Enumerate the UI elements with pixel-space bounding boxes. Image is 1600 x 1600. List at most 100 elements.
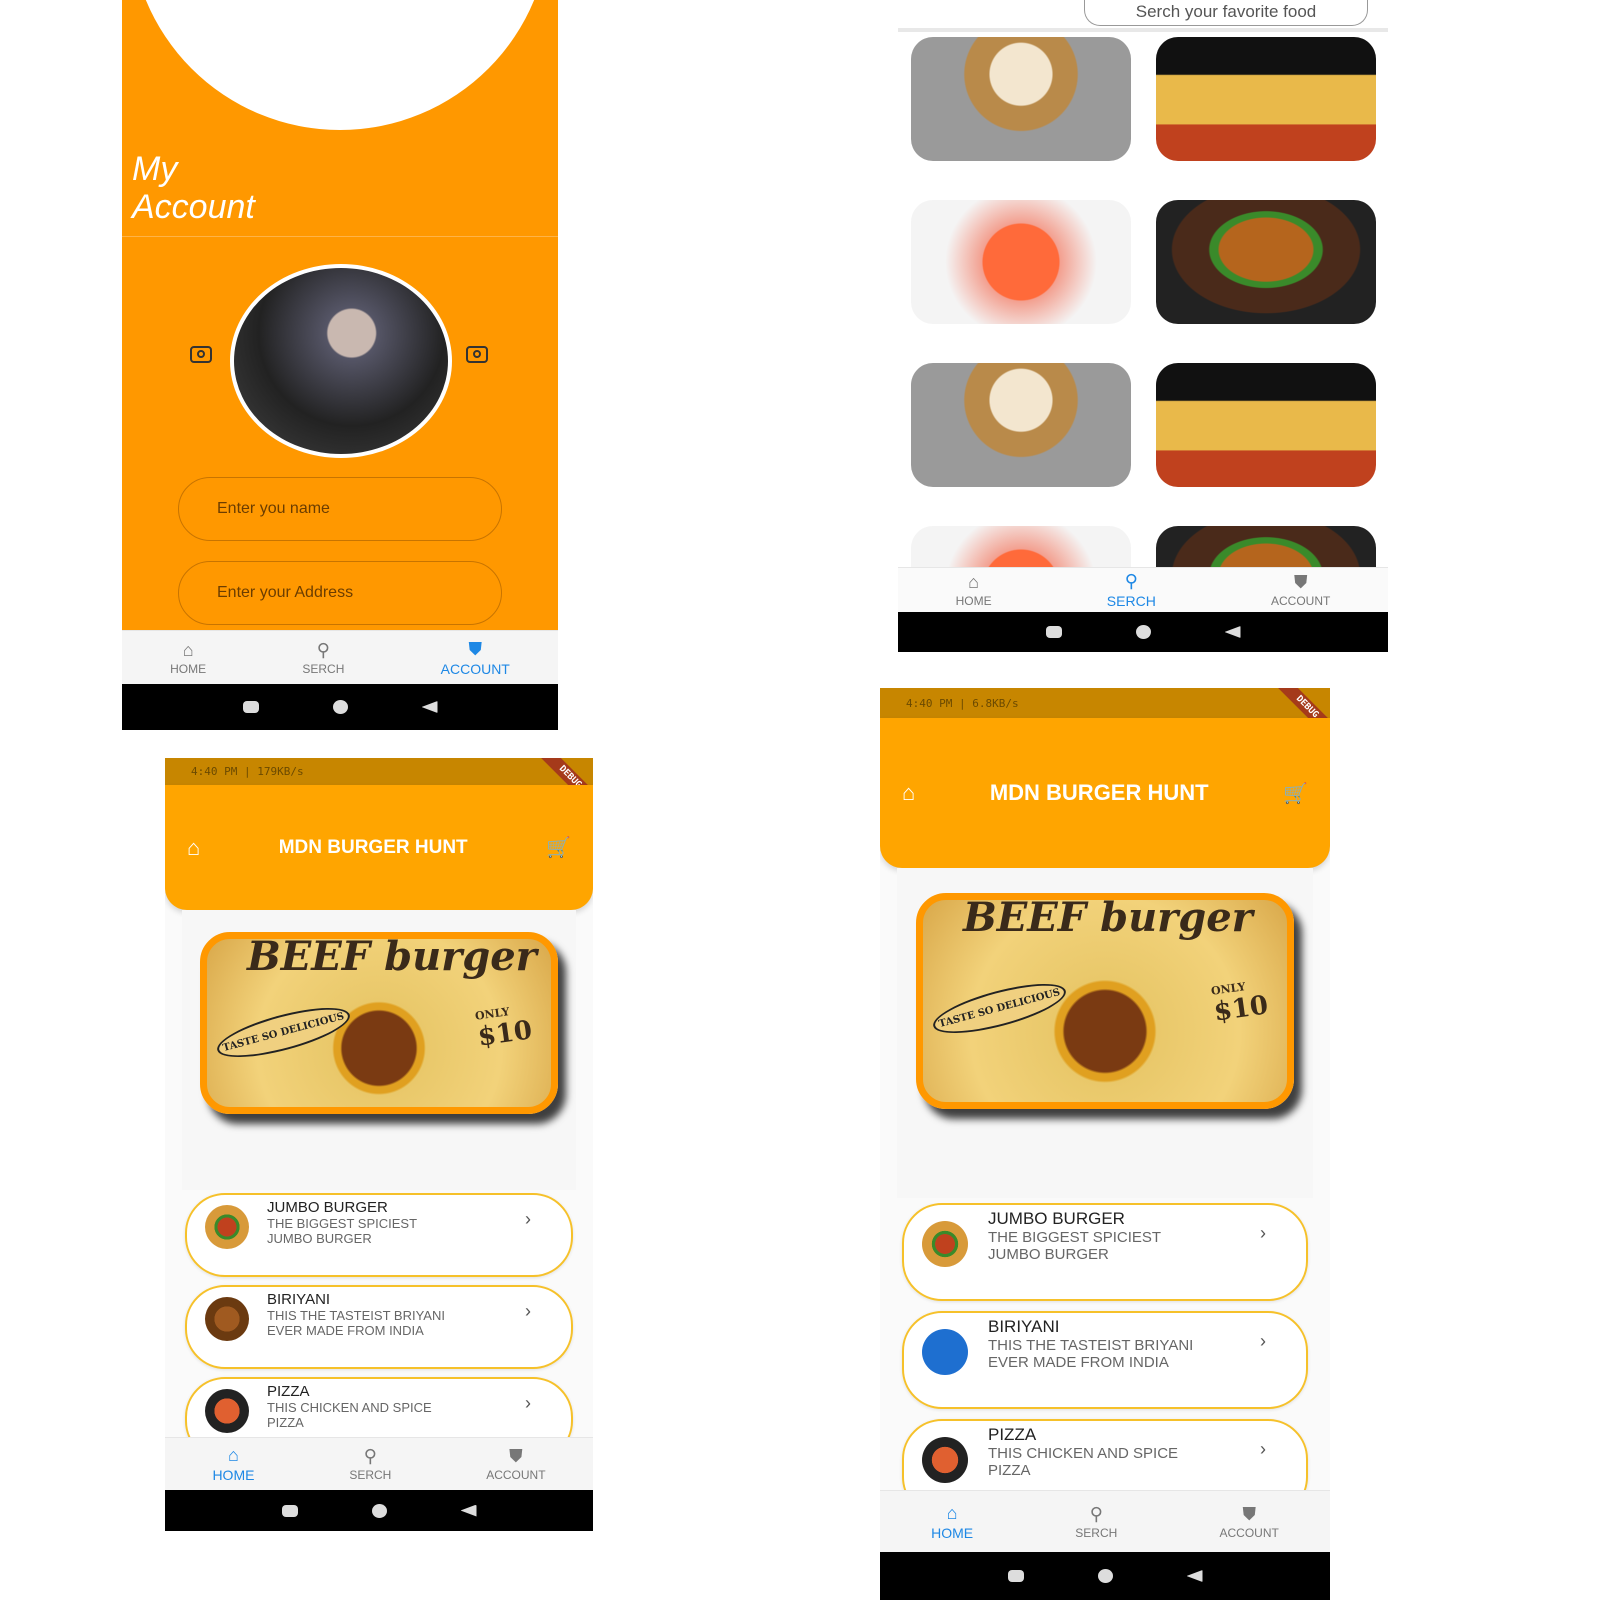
item-description: THIS CHICKEN AND SPICE PIZZA xyxy=(267,1400,432,1430)
search-input[interactable]: Serch your favorite food xyxy=(1084,0,1368,26)
list-item[interactable]: BIRIYANI THIS THE TASTEIST BRIYANI EVER M… xyxy=(902,1311,1308,1409)
food-thumbnail xyxy=(205,1205,249,1249)
nav-home[interactable]: ⌂ HOME xyxy=(956,572,992,608)
desc-line-2: PIZZA xyxy=(267,1415,304,1430)
status-text: 4:40 PM | 179KB/s xyxy=(191,765,304,778)
nav-account[interactable]: ⛊ ACCOUNT xyxy=(441,639,510,677)
account-screen: My Account Enter you name Enter your Add… xyxy=(122,0,558,730)
back-button[interactable] xyxy=(421,701,438,713)
item-description: THIS THE TASTEIST BRIYANI EVER MADE FROM … xyxy=(988,1337,1193,1371)
app-title: MDN BURGER HUNT xyxy=(278,836,468,858)
back-button[interactable] xyxy=(460,1504,477,1517)
nav-home-label: HOME xyxy=(212,1467,255,1483)
home-icon: ⌂ xyxy=(182,639,194,660)
chevron-right-icon[interactable]: › xyxy=(525,1301,531,1322)
food-list: JUMBO BURGER THE BIGGEST SPICIEST JUMBO B… xyxy=(880,1203,1330,1490)
banner-title: BEEF burger xyxy=(963,894,1253,941)
system-nav-bar xyxy=(880,1552,1330,1600)
chevron-right-icon[interactable]: › xyxy=(525,1209,531,1230)
home-icon: ⌂ xyxy=(228,1445,239,1465)
banner-title: BEEF burger xyxy=(247,933,537,980)
recents-button[interactable] xyxy=(1007,1570,1024,1582)
nav-account-label: ACCOUNT xyxy=(1271,594,1331,608)
nav-search[interactable]: ⚲ SERCH xyxy=(349,1446,391,1482)
banner-price: ONLY $10 xyxy=(1210,977,1270,1027)
home-system-button[interactable] xyxy=(1135,625,1151,639)
avatar[interactable] xyxy=(230,264,452,458)
promo-banner[interactable]: BEEF burger TASTE SO DELICIOUS ONLY $10 xyxy=(916,893,1294,1109)
status-bar: 4:40 PM | 179KB/s DEBUG xyxy=(165,758,593,814)
name-placeholder: Enter you name xyxy=(217,500,330,517)
system-nav-bar xyxy=(898,612,1388,652)
home-icon: ⌂ xyxy=(946,1502,958,1523)
home-icon[interactable]: ⌂ xyxy=(187,835,200,861)
price-value: $10 xyxy=(475,1015,534,1053)
item-description: THIS CHICKEN AND SPICE PIZZA xyxy=(988,1445,1178,1479)
chevron-right-icon[interactable]: › xyxy=(1260,1439,1266,1460)
nav-search[interactable]: ⚲ SERCH xyxy=(1075,1504,1117,1540)
home-system-button[interactable] xyxy=(371,1503,387,1518)
list-item[interactable]: JUMBO BURGER THE BIGGEST SPICIEST JUMBO B… xyxy=(902,1203,1308,1301)
divider xyxy=(122,236,558,237)
food-tile-burger[interactable] xyxy=(1156,200,1376,324)
nav-search[interactable]: ⚲ SERCH xyxy=(302,640,344,676)
header-arc xyxy=(130,0,550,130)
nav-home[interactable]: ⌂ HOME xyxy=(212,1445,254,1483)
nav-home[interactable]: ⌂ HOME xyxy=(170,640,206,676)
camera-icon-left[interactable] xyxy=(190,346,212,363)
food-tile-ice-cream[interactable] xyxy=(911,363,1131,487)
bottom-nav: ⌂ HOME ⚲ SERCH ⛊ ACCOUNT xyxy=(898,567,1388,612)
chevron-right-icon[interactable]: › xyxy=(1260,1223,1266,1244)
recents-button[interactable] xyxy=(242,701,259,713)
nav-home[interactable]: ⌂ HOME xyxy=(931,1503,973,1541)
food-thumbnail xyxy=(205,1389,249,1433)
bottom-nav: ⌂ HOME ⚲ SERCH ⛊ ACCOUNT xyxy=(165,1437,593,1490)
list-item[interactable]: BIRIYANI THIS THE TASTEIST BRIYANI EVER M… xyxy=(185,1285,573,1369)
food-tile-pizza[interactable] xyxy=(1156,363,1376,487)
food-list: JUMBO BURGER THE BIGGEST SPICIEST JUMBO B… xyxy=(165,1193,593,1437)
list-item[interactable]: PIZZA THIS CHICKEN AND SPICE PIZZA › xyxy=(185,1377,573,1437)
search-icon: ⚲ xyxy=(1124,571,1138,591)
nav-account[interactable]: ⛊ ACCOUNT xyxy=(1220,1504,1279,1540)
recents-button[interactable] xyxy=(281,1504,298,1517)
bottom-nav: ⌂ HOME ⚲ SERCH ⛊ ACCOUNT xyxy=(880,1490,1330,1552)
nav-home-label: HOME xyxy=(931,1524,974,1541)
food-tile-pizza[interactable] xyxy=(1156,37,1376,161)
food-thumbnail xyxy=(922,1437,968,1483)
search-icon: ⚲ xyxy=(316,639,330,660)
cart-icon[interactable]: 🛒 xyxy=(1283,781,1308,806)
item-title: JUMBO BURGER xyxy=(988,1209,1125,1228)
cart-icon[interactable]: 🛒 xyxy=(546,835,571,860)
nav-search[interactable]: ⚲ SERCH xyxy=(1107,571,1156,609)
nav-account[interactable]: ⛊ ACCOUNT xyxy=(486,1446,545,1482)
name-input[interactable]: Enter you name xyxy=(178,477,502,541)
recents-button[interactable] xyxy=(1045,626,1062,638)
chevron-right-icon[interactable]: › xyxy=(1260,1331,1266,1352)
system-nav-bar xyxy=(165,1490,593,1531)
home-icon[interactable]: ⌂ xyxy=(902,780,915,806)
desc-line-1: THE BIGGEST SPICIEST xyxy=(267,1216,418,1231)
list-item[interactable]: JUMBO BURGER THE BIGGEST SPICIEST JUMBO B… xyxy=(185,1193,573,1277)
food-tile-drinks[interactable] xyxy=(911,200,1131,324)
search-screen: Serch your favorite food ⌂ HOME ⚲ SERCH ⛊ ACC… xyxy=(898,0,1388,652)
promo-banner[interactable]: BEEF burger TASTE SO DELICIOUS ONLY $10 xyxy=(200,932,558,1114)
home-system-button[interactable] xyxy=(332,700,348,714)
back-button[interactable] xyxy=(1186,1570,1203,1582)
food-tile-ice-cream[interactable] xyxy=(911,37,1131,161)
chevron-right-icon[interactable]: › xyxy=(525,1393,531,1414)
app-title: MDN BURGER HUNT xyxy=(989,780,1209,805)
status-text: 4:40 PM | 6.8KB/s xyxy=(906,696,1019,710)
camera-icon-right[interactable] xyxy=(466,346,488,363)
nav-account[interactable]: ⛊ ACCOUNT xyxy=(1271,572,1330,608)
nav-account-label: ACCOUNT xyxy=(1219,1525,1279,1540)
desc-line-2: EVER MADE FROM INDIA xyxy=(988,1354,1169,1371)
list-item[interactable]: PIZZA THIS CHICKEN AND SPICE PIZZA › xyxy=(902,1419,1308,1490)
item-description: THIS THE TASTEIST BRIYANI EVER MADE FROM … xyxy=(267,1308,445,1338)
desc-line-1: THIS THE TASTEIST BRIYANI xyxy=(267,1308,445,1323)
item-title: PIZZA xyxy=(988,1425,1037,1444)
app-bar: ⌂ MDN BURGER HUNT 🛒 xyxy=(165,785,593,910)
back-button[interactable] xyxy=(1224,626,1241,638)
address-input[interactable]: Enter your Address xyxy=(178,561,502,625)
home-system-button[interactable] xyxy=(1097,1569,1113,1583)
item-title: JUMBO BURGER xyxy=(267,1199,388,1216)
